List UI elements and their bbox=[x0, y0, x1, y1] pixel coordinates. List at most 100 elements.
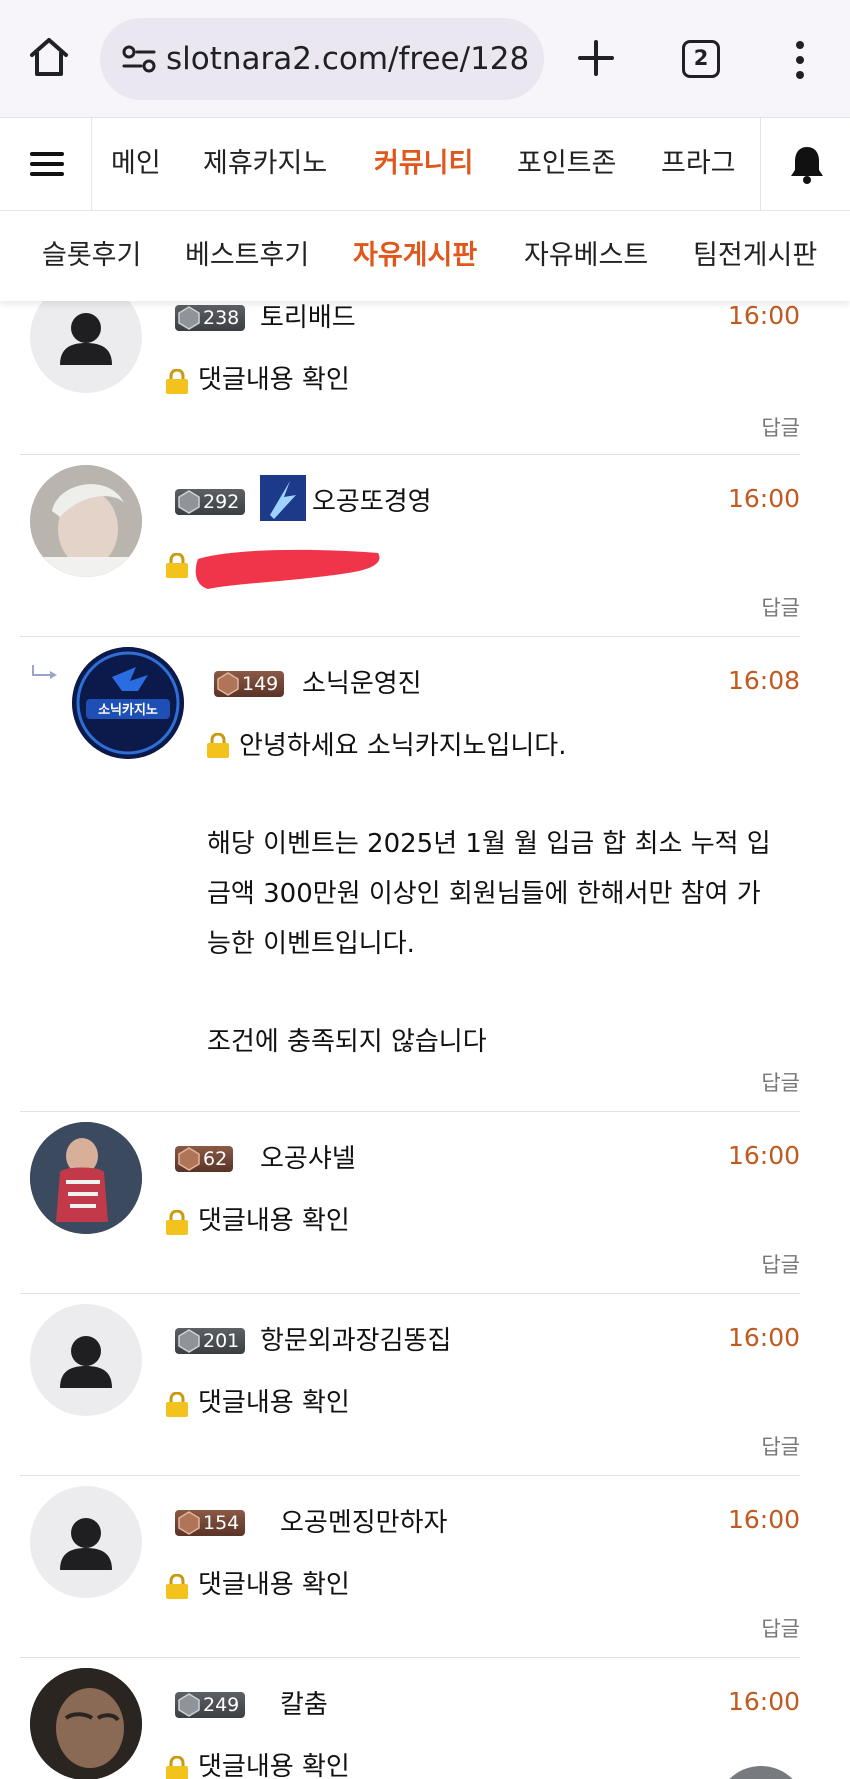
level-gem-icon bbox=[178, 1329, 200, 1353]
browser-toolbar: slotnara2.com/free/128 2 bbox=[0, 0, 850, 117]
comment-item: 201 항문외과장김똥집 16:00 댓글내용 확인 답글 bbox=[20, 1294, 800, 1476]
avatar bbox=[30, 1304, 142, 1416]
avatar-photo bbox=[30, 1122, 142, 1234]
comment-author[interactable]: 소닉운영진 bbox=[302, 663, 422, 700]
comment-text: 댓글내용 확인 bbox=[198, 1206, 350, 1236]
comment-time: 16:00 bbox=[727, 1687, 800, 1716]
nav-team-board[interactable]: 팀전게시판 bbox=[693, 211, 817, 301]
level-gem-icon bbox=[178, 1693, 200, 1717]
lock-icon bbox=[166, 369, 188, 394]
redaction-mark bbox=[195, 549, 380, 589]
level-number: 154 bbox=[203, 1512, 240, 1534]
comment-author[interactable]: 항문외과장김똥집 bbox=[260, 1320, 451, 1357]
avatar bbox=[30, 1486, 142, 1598]
comment-time: 16:00 bbox=[727, 1505, 800, 1534]
comment-text: 댓글내용 확인 bbox=[198, 365, 350, 395]
level-badge: 154 bbox=[175, 1510, 246, 1536]
comment-author[interactable]: 오공샤넬 bbox=[260, 1138, 356, 1175]
user-icon-image bbox=[260, 475, 306, 521]
avatar-photo bbox=[30, 465, 142, 577]
bell-icon bbox=[791, 147, 823, 184]
notification-button[interactable] bbox=[760, 118, 850, 210]
comment-author[interactable]: 칼춤 bbox=[280, 1684, 328, 1721]
avatar bbox=[30, 1122, 142, 1234]
level-gem-icon bbox=[217, 672, 239, 696]
nav-main-home[interactable]: 메인 bbox=[111, 118, 161, 210]
level-badge: 292 bbox=[175, 489, 246, 515]
tab-switcher-button[interactable]: 2 bbox=[682, 40, 720, 78]
level-badge: 238 bbox=[175, 305, 246, 331]
reply-button[interactable]: 답글 bbox=[761, 592, 800, 622]
comment-time: 16:00 bbox=[727, 301, 800, 330]
nav-best-review[interactable]: 베스트후기 bbox=[185, 211, 309, 301]
comment-item: 292 오공또경영 16:00 답글 bbox=[20, 455, 800, 637]
comment-item: 154 오공멘징만하자 16:00 댓글내용 확인 답글 bbox=[20, 1476, 800, 1658]
avatar bbox=[30, 465, 142, 577]
nav-free-best[interactable]: 자유베스트 bbox=[524, 211, 648, 301]
logo-text: 소닉카지노 bbox=[98, 703, 158, 718]
sub-nav: 슬롯후기 베스트후기 자유게시판 자유베스트 팀전게시판 bbox=[0, 211, 850, 301]
comment-text-paragraph: 조건에 충족되지 않습니다 bbox=[207, 1027, 487, 1057]
level-gem-icon bbox=[178, 1511, 200, 1535]
reply-button[interactable]: 답글 bbox=[761, 1249, 800, 1279]
avatar: 소닉카지노 bbox=[72, 647, 184, 759]
comment-text: 댓글내용 확인 bbox=[198, 1752, 350, 1779]
reply-button[interactable]: 답글 bbox=[761, 1067, 800, 1097]
home-icon[interactable] bbox=[26, 34, 72, 80]
new-tab-icon[interactable] bbox=[576, 38, 616, 78]
lock-icon bbox=[166, 1210, 188, 1235]
comment-item-reply: 소닉카지노 149 소닉운영진 16:08 안녕하세요 소닉카지노입니다. 해당… bbox=[20, 637, 800, 1112]
level-number: 249 bbox=[203, 1694, 240, 1716]
menu-icon[interactable] bbox=[0, 118, 92, 210]
comment-time: 16:00 bbox=[727, 1141, 800, 1170]
sonic-casino-logo: 소닉카지노 bbox=[72, 647, 184, 759]
level-number: 292 bbox=[203, 491, 240, 513]
comment-text: 댓글내용 확인 bbox=[198, 1388, 350, 1418]
avatar bbox=[30, 1668, 142, 1779]
lock-icon bbox=[166, 1756, 188, 1779]
nav-point-zone[interactable]: 포인트존 bbox=[517, 118, 616, 210]
level-badge: 201 bbox=[175, 1328, 246, 1354]
nav-pragmatic[interactable]: 프라그 bbox=[661, 118, 736, 210]
level-number: 149 bbox=[242, 673, 279, 695]
nav-community[interactable]: 커뮤니티 bbox=[374, 118, 473, 210]
main-nav: 메인 제휴카지노 커뮤니티 포인트존 프라그 bbox=[0, 117, 850, 211]
comment-item: 62 오공샤넬 16:00 댓글내용 확인 답글 bbox=[20, 1112, 800, 1294]
level-badge: 149 bbox=[214, 671, 285, 697]
level-gem-icon bbox=[178, 490, 200, 514]
reply-button[interactable]: 답글 bbox=[761, 412, 800, 442]
avatar-photo bbox=[30, 1668, 142, 1779]
site-settings-icon[interactable] bbox=[122, 44, 156, 74]
reply-button[interactable]: 답글 bbox=[761, 1613, 800, 1643]
level-badge: 249 bbox=[175, 1692, 246, 1718]
comment-author[interactable]: 오공또경영 bbox=[312, 481, 432, 518]
reply-arrow-icon bbox=[32, 665, 57, 679]
comment-item: 249 칼춤 16:00 댓글내용 확인 bbox=[20, 1658, 800, 1779]
lock-icon bbox=[166, 553, 188, 578]
comment-author[interactable]: 토리배드 bbox=[260, 297, 356, 334]
comment-text: 댓글내용 확인 bbox=[198, 1570, 350, 1600]
comment-time: 16:00 bbox=[727, 484, 800, 513]
lock-icon bbox=[166, 1574, 188, 1599]
lock-icon bbox=[207, 733, 229, 758]
comment-time: 16:08 bbox=[727, 666, 800, 695]
nav-partner-casino[interactable]: 제휴카지노 bbox=[203, 118, 327, 210]
level-badge: 62 bbox=[175, 1146, 234, 1172]
comment-text-paragraph: 해당 이벤트는 2025년 1월 월 입금 합 최소 누적 입 금액 300만원… bbox=[207, 829, 771, 959]
comment-author[interactable]: 오공멘징만하자 bbox=[280, 1502, 447, 1539]
nav-slot-review[interactable]: 슬롯후기 bbox=[42, 211, 141, 301]
address-bar[interactable]: slotnara2.com/free/128 bbox=[100, 18, 544, 100]
comment-text: 안녕하세요 소닉카지노입니다. bbox=[239, 731, 567, 761]
comment-time: 16:00 bbox=[727, 1323, 800, 1352]
default-user-icon bbox=[60, 1518, 112, 1570]
level-gem-icon bbox=[178, 306, 200, 330]
default-user-icon bbox=[60, 1336, 112, 1388]
level-number: 62 bbox=[203, 1148, 228, 1170]
reply-button[interactable]: 답글 bbox=[761, 1431, 800, 1461]
url-text[interactable]: slotnara2.com/free/128 bbox=[166, 36, 534, 82]
more-menu-icon[interactable] bbox=[792, 40, 808, 80]
nav-free-board[interactable]: 자유게시판 bbox=[353, 211, 477, 301]
level-number: 238 bbox=[203, 307, 240, 329]
level-gem-icon bbox=[178, 1147, 200, 1171]
lock-icon bbox=[166, 1392, 188, 1417]
